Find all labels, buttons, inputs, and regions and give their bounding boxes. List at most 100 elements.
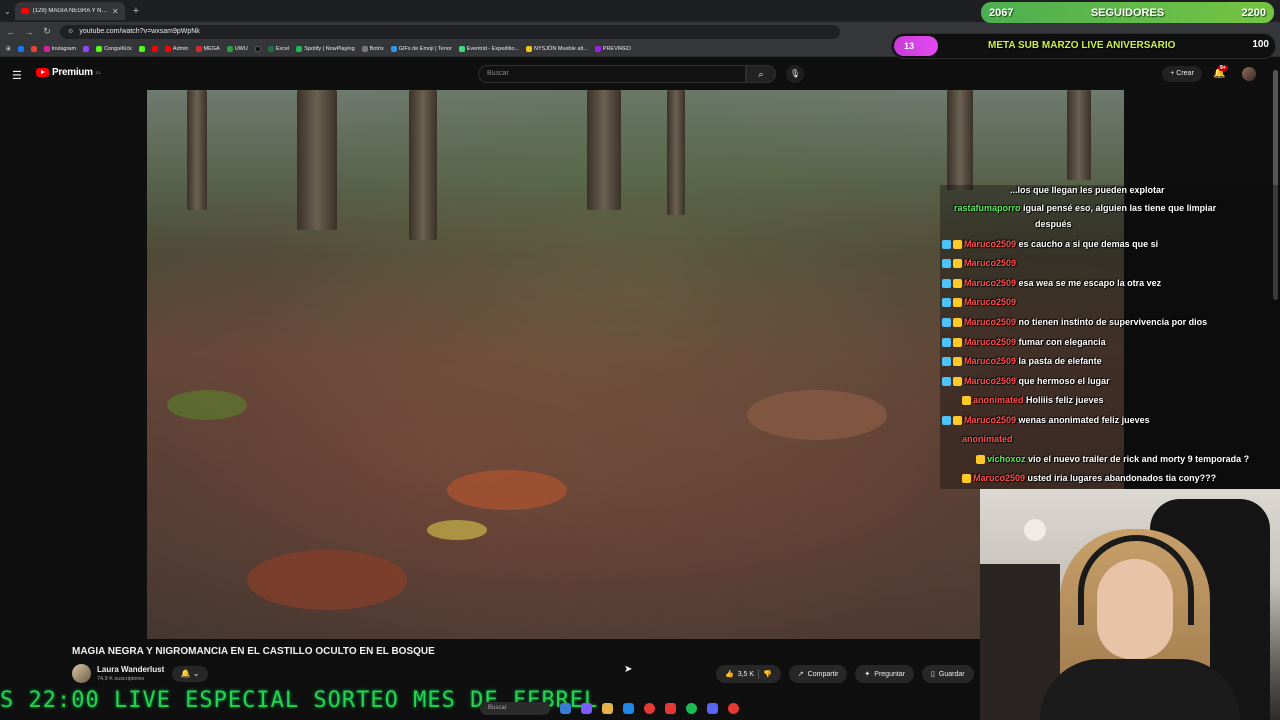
chat-message: Maruco2509 wenas anonimated feliz jueves: [942, 415, 1280, 426]
chat-message: Maruco2509 no tienen instinto de supervi…: [942, 317, 1280, 328]
bookmark-nysjon[interactable]: NYSJÖN Mueble alt...: [525, 45, 588, 52]
bookmark-instagram[interactable]: Instagram: [43, 45, 77, 52]
screen: ⌄ (129) MAGIA NEGRA Y NIG... ✕ + ← → ↻ ⚙…: [0, 0, 1280, 720]
chat-user: Maruco2509: [964, 239, 1017, 249]
bookmark-label: Instagram: [51, 45, 77, 52]
chat-user: Maruco2509: [964, 317, 1017, 327]
thumbs-up-icon[interactable]: 👍: [725, 670, 734, 678]
bookmark-youtube-icon[interactable]: [151, 45, 158, 52]
leaf-patch: [247, 550, 407, 610]
chat-user: Maruco2509: [964, 415, 1017, 425]
chat-message: anonimated Holiiis feliz jueves: [962, 395, 1280, 406]
chat-message: Maruco2509 que hermoso el lugar: [942, 376, 1280, 387]
bookmark-previred[interactable]: PREVIRED: [594, 45, 631, 52]
apps-icon[interactable]: ⊞: [6, 46, 11, 52]
notifications-button[interactable]: 🔔 9+: [1213, 65, 1228, 79]
emote-icon: [962, 396, 971, 406]
subscriber-count: 74,9 K suscriptores: [97, 676, 145, 682]
tab-menu-icon[interactable]: ⌄: [4, 7, 11, 16]
streamer-shirt: [1040, 659, 1240, 720]
create-button[interactable]: + Crear: [1162, 66, 1202, 82]
badge-icon: [942, 416, 951, 426]
tree-trunk: [187, 90, 207, 210]
bookmark-botrix[interactable]: Botrix: [361, 45, 384, 52]
taskbar-app-icon[interactable]: [581, 703, 592, 714]
site-info-icon[interactable]: ⚙: [68, 28, 73, 35]
chat-user: Maruco2509: [964, 337, 1017, 347]
chat-user: vichoxoz: [987, 454, 1026, 464]
bookmark-spotify[interactable]: Spotify | NowPlaying: [296, 45, 355, 52]
bookmark-tiktok-icon[interactable]: [254, 45, 261, 52]
microphone-icon: 🎙: [789, 69, 801, 78]
save-button[interactable]: ▯ Guardar: [922, 665, 974, 683]
emote-icon: [953, 279, 962, 289]
chat-text: esa wea se me escapo la otra vez: [1018, 278, 1162, 288]
bookmark-admin[interactable]: Admin: [164, 45, 189, 52]
sparkle-icon: ✦: [864, 671, 871, 678]
share-button[interactable]: ↗ Compartir: [788, 665, 848, 683]
search-icon: ⌕: [758, 69, 764, 79]
badge-icon: [942, 377, 951, 387]
discord-icon[interactable]: [707, 703, 718, 714]
url-field[interactable]: ⚙ youtube.com/watch?v=wxsam9pWpNk: [60, 24, 840, 39]
browser-tab[interactable]: (129) MAGIA NEGRA Y NIG... ✕: [14, 2, 125, 20]
bookmark-label: Botrix: [369, 45, 384, 52]
chat-message: Maruco2509 usted iria lugares abandonado…: [962, 473, 1280, 484]
search-input[interactable]: Buscar: [478, 65, 746, 83]
bookmark-icon: ▯: [931, 671, 935, 678]
emote-icon: [953, 357, 962, 367]
taskbar-app-icon[interactable]: [623, 703, 634, 714]
folder-icon[interactable]: [602, 703, 613, 714]
reload-icon[interactable]: ↻: [42, 26, 52, 37]
chat-text: que hermoso el lugar: [1018, 376, 1110, 386]
chat-message: Maruco2509 la pasta de elefante: [942, 356, 1280, 367]
thumbs-down-icon[interactable]: 👎: [763, 670, 772, 678]
chat-text: no tienen instinto de supervivencia por …: [1018, 317, 1208, 327]
bookmark-mega[interactable]: MEGA: [195, 45, 220, 52]
badge-icon: [942, 279, 951, 289]
bookmark-eventrid[interactable]: Eventrid - Expeditio...: [458, 45, 519, 52]
chat-user: Maruco2509: [964, 297, 1017, 307]
spotify-icon[interactable]: [686, 703, 697, 714]
chat-user: anonimated: [973, 395, 1024, 405]
badge-icon: [942, 259, 951, 269]
chat-message: Maruco2509: [942, 258, 1280, 269]
emote-icon: [962, 474, 971, 484]
share-icon: ↗: [797, 671, 804, 678]
forward-icon[interactable]: →: [24, 27, 34, 37]
taskbar-search[interactable]: Buscar: [480, 702, 550, 715]
voice-search-button[interactable]: 🎙: [786, 65, 804, 83]
bookmark-excel[interactable]: Excel: [267, 45, 289, 52]
youtube-logo[interactable]: Premium CL: [36, 67, 101, 78]
subscribed-bell-button[interactable]: 🔔 ⌄: [172, 666, 208, 682]
chat-message: Maruco2509: [942, 297, 1280, 308]
bookmark-tenor[interactable]: GIFs de Emoji | Tenor: [390, 45, 452, 52]
obs-icon[interactable]: [728, 703, 739, 714]
chat-text: vio el nuevo trailer de rick and morty 9…: [1028, 454, 1250, 464]
taskbar-app-icon[interactable]: [665, 703, 676, 714]
back-icon[interactable]: ←: [6, 27, 16, 37]
channel-name[interactable]: Laura Wanderlust: [97, 665, 164, 674]
ask-button[interactable]: ✦ Preguntar: [855, 665, 915, 683]
close-tab-icon[interactable]: ✕: [112, 7, 119, 16]
youtube-play-icon: [36, 68, 49, 77]
bookmark-twitch-icon[interactable]: [83, 45, 90, 52]
account-avatar[interactable]: [1242, 67, 1256, 81]
bookmark-conguikick[interactable]: ConguiKick: [96, 45, 132, 52]
bookmark-uwu[interactable]: UWU: [226, 45, 248, 52]
bookmark-facebook-icon[interactable]: [17, 45, 24, 52]
os-taskbar: Buscar: [420, 699, 820, 718]
bookmark-gmail-icon[interactable]: [30, 45, 37, 52]
like-count: 3,5 K: [737, 670, 755, 678]
followers-label: SEGUIDORES: [1090, 6, 1165, 19]
chat-user: Maruco2509: [973, 473, 1026, 483]
chrome-icon[interactable]: [644, 703, 655, 714]
bookmark-kick-icon[interactable]: [138, 45, 145, 52]
new-tab-icon[interactable]: +: [133, 5, 139, 17]
hamburger-menu-icon[interactable]: ☰: [12, 69, 22, 82]
search-button[interactable]: ⌕: [746, 65, 776, 83]
taskbar-app-icon[interactable]: [560, 703, 571, 714]
chat-text: wenas anonimated feliz jueves: [1018, 415, 1150, 425]
channel-avatar[interactable]: [72, 664, 91, 683]
like-dislike-button[interactable]: 👍 3,5 K 👎: [716, 665, 781, 683]
